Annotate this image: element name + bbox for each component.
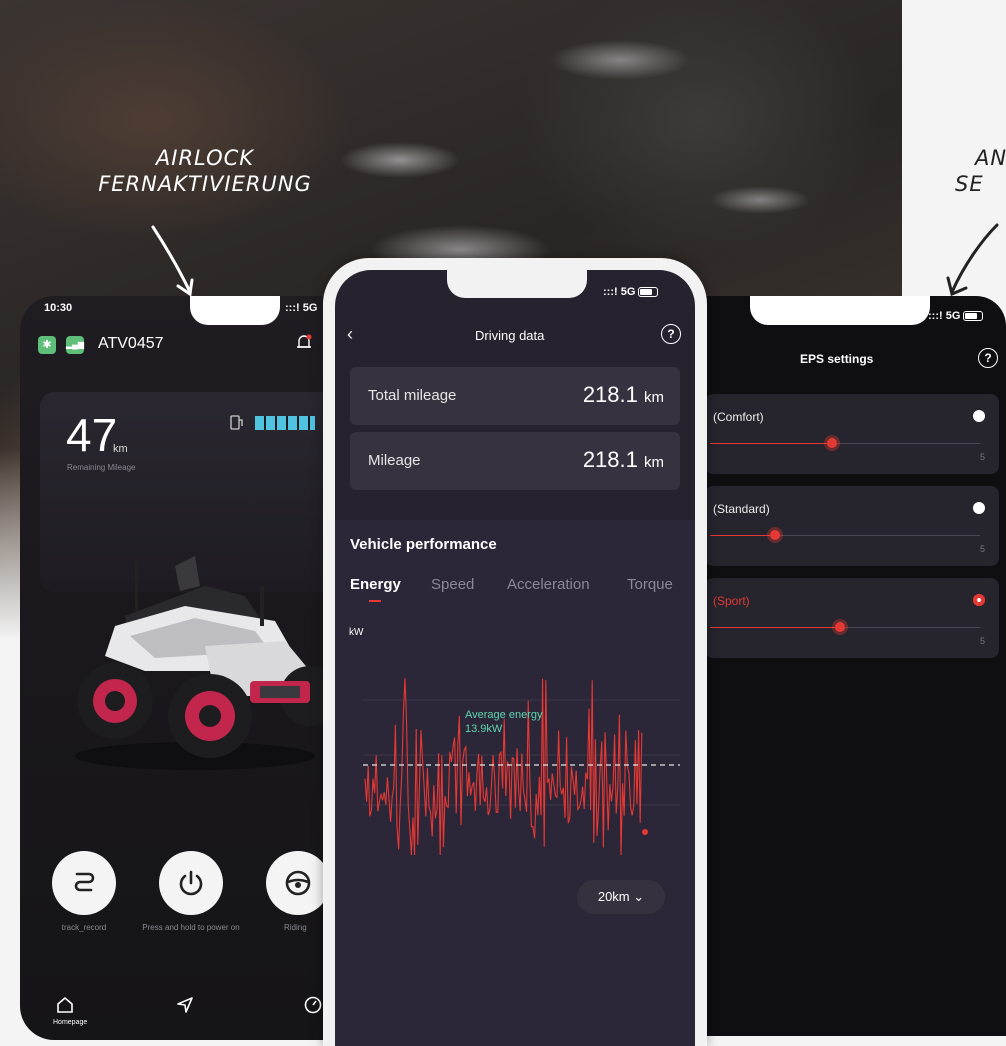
- annotation-right: AN SE: [955, 145, 1006, 197]
- eps-mode-label: (Comfort): [713, 410, 764, 424]
- eps-mode-label: (Standard): [713, 502, 770, 516]
- average-energy-title: Average energy: [465, 709, 543, 721]
- home-icon[interactable]: [56, 996, 74, 1014]
- eps-slider-fill: [710, 443, 832, 444]
- mileage-unit: km: [644, 454, 664, 471]
- charge-icon: [230, 415, 243, 430]
- mileage-label: Mileage: [368, 452, 421, 469]
- tab-homepage[interactable]: Homepage: [53, 1019, 87, 1026]
- atv-vehicle-image: [75, 556, 340, 770]
- tab-energy[interactable]: Energy: [350, 576, 401, 593]
- status-signal: :::! 5G: [603, 286, 659, 298]
- mileage-value: 218.1 km: [583, 447, 664, 473]
- annotation-arrow-icon: [151, 225, 194, 297]
- average-energy-value: 13.9kW: [465, 723, 503, 735]
- bell-icon[interactable]: [296, 334, 312, 352]
- home-screen-phone: 10:30 :::! 5G ✱ ▂▄▆ ATV0457 47 km Remain…: [20, 296, 340, 1040]
- bluetooth-icon[interactable]: ✱: [38, 336, 56, 354]
- track-record-button[interactable]: [52, 851, 116, 915]
- total-mileage-value: 218.1 km: [583, 382, 664, 408]
- eps-settings-phone: :::! 5G EPS settings ? (Comfort) 5 (Stan…: [700, 296, 1006, 1036]
- battery-icon: [638, 287, 659, 298]
- total-mileage-card: Total mileage 218.1 km: [350, 367, 680, 425]
- annotation-arrow-icon: [946, 223, 999, 297]
- power-icon: [179, 870, 203, 896]
- eps-radio[interactable]: [973, 594, 985, 606]
- remaining-mileage-value: 47: [66, 409, 118, 461]
- track-record-label: track_record: [61, 923, 107, 932]
- tab-acceleration[interactable]: Acceleration: [507, 576, 590, 593]
- battery-icon: [963, 311, 984, 322]
- eps-slider[interactable]: [710, 622, 980, 632]
- status-signal-text: :::! 5G: [928, 310, 961, 322]
- total-mileage-label: Total mileage: [368, 387, 457, 404]
- active-tab-indicator: [369, 600, 381, 602]
- status-signal: :::! 5G: [285, 302, 318, 314]
- battery-level-bar: [255, 416, 315, 430]
- total-mileage-number: 218.1: [582, 382, 638, 407]
- eps-slider-knob[interactable]: [826, 438, 837, 448]
- status-signal: :::! 5G: [928, 310, 984, 322]
- help-icon[interactable]: ?: [661, 324, 681, 344]
- back-icon[interactable]: ‹: [347, 324, 353, 345]
- annotation-line: AN: [975, 146, 1006, 170]
- eps-slider-knob[interactable]: [769, 530, 780, 540]
- mileage-number: 218.1: [582, 447, 638, 472]
- steering-wheel-icon: [285, 870, 311, 896]
- phone-notch: [750, 296, 930, 325]
- phone-notch: [447, 270, 587, 298]
- device-name: ATV0457: [98, 335, 164, 352]
- phone-notch: [190, 296, 280, 325]
- signal-icon[interactable]: ▂▄▆: [66, 336, 84, 354]
- eps-max-label: 5: [979, 544, 985, 554]
- annotation-line: FERNAKTIVIERUNG: [98, 172, 312, 196]
- status-time: 10:30: [44, 302, 73, 314]
- navigate-icon[interactable]: [176, 996, 194, 1014]
- range-select[interactable]: 20km ⌄: [577, 880, 665, 914]
- eps-mode-comfort[interactable]: (Comfort) 5: [705, 394, 999, 474]
- annotation-line: SE: [955, 172, 984, 196]
- eps-mode-label: (Sport): [713, 594, 750, 608]
- help-icon[interactable]: ?: [978, 348, 998, 368]
- power-label: Press and hold to power on: [142, 923, 240, 932]
- eps-mode-standard[interactable]: (Standard) 5: [705, 486, 999, 566]
- page-title: EPS settings: [800, 352, 874, 366]
- eps-radio[interactable]: [973, 410, 985, 422]
- driving-data-phone: :::! 5G ‹ Driving data ? Total mileage 2…: [323, 258, 707, 1046]
- series-end-marker: [642, 829, 648, 835]
- eps-slider[interactable]: [710, 530, 980, 540]
- mileage-card: Mileage 218.1 km: [350, 432, 680, 490]
- average-energy-label: Average energy 13.9kW: [465, 708, 542, 736]
- power-button[interactable]: [159, 851, 223, 915]
- gauge-icon[interactable]: [304, 996, 322, 1014]
- driving-data-screen: :::! 5G ‹ Driving data ? Total mileage 2…: [335, 270, 695, 1046]
- tab-speed[interactable]: Speed: [431, 576, 474, 593]
- eps-slider-knob[interactable]: [834, 622, 845, 632]
- status-signal-text: :::! 5G: [603, 286, 636, 298]
- riding-button[interactable]: [266, 851, 330, 915]
- energy-chart: [363, 678, 680, 856]
- eps-slider-fill: [710, 627, 840, 628]
- annotation-line: AIRLOCK: [155, 146, 255, 170]
- tab-torque[interactable]: Torque: [627, 576, 673, 593]
- remaining-mileage-label: Remaining Mileage: [67, 463, 136, 472]
- eps-max-label: 5: [979, 636, 985, 646]
- eps-max-label: 5: [979, 452, 985, 462]
- energy-series-line: [364, 678, 643, 856]
- eps-mode-sport[interactable]: (Sport) 5: [705, 578, 999, 658]
- eps-radio[interactable]: [973, 502, 985, 514]
- track-icon: [74, 872, 95, 892]
- performance-title: Vehicle performance: [350, 536, 497, 553]
- page-title: Driving data: [475, 328, 545, 343]
- annotation-airlock: AIRLOCK FERNAKTIVIERUNG: [60, 145, 350, 197]
- total-mileage-unit: km: [644, 389, 664, 406]
- eps-slider-fill: [710, 535, 775, 536]
- energy-axis-unit: kW: [349, 627, 364, 638]
- remaining-mileage-unit: km: [113, 443, 128, 455]
- eps-slider[interactable]: [710, 438, 980, 448]
